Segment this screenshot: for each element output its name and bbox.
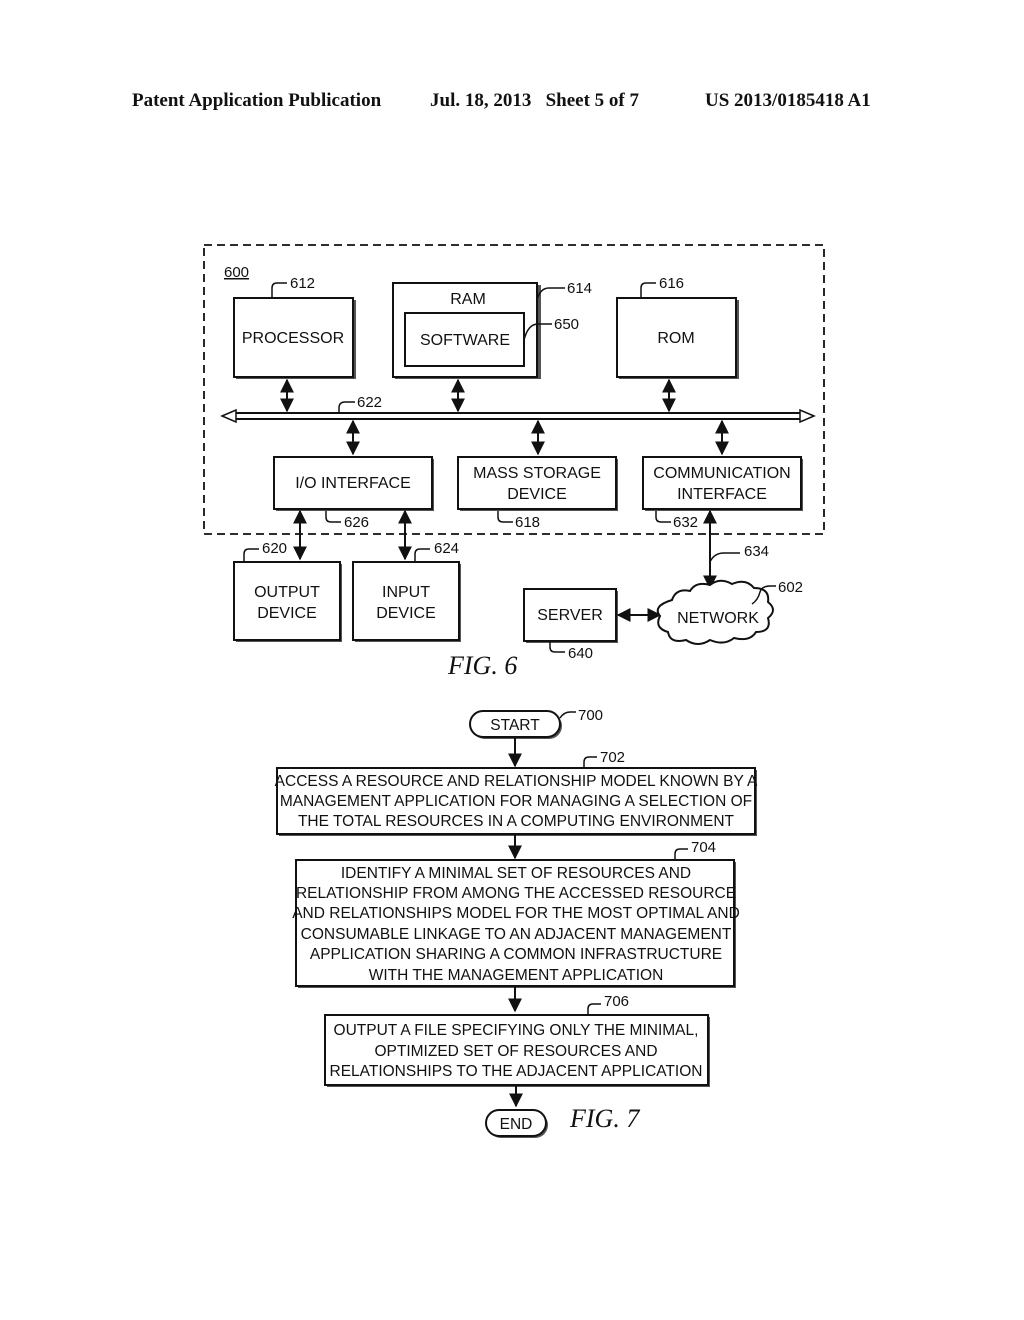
step-704-line4: CONSUMABLE LINKAGE TO AN ADJACENT MANAGE… — [301, 926, 732, 943]
server-label: SERVER — [537, 607, 603, 624]
output-device-ref: 620 — [262, 540, 287, 557]
processor-ref: 612 — [290, 275, 315, 292]
system-bus: 622 — [220, 394, 816, 424]
step-706-line3: RELATIONSHIPS TO THE ADJACENT APPLICATIO… — [330, 1063, 703, 1080]
step-702-line2: MANAGEMENT APPLICATION FOR MANAGING A SE… — [280, 793, 752, 810]
input-device-label-line2: DEVICE — [376, 605, 436, 622]
comm-interface-label-line1: COMMUNICATION — [653, 465, 790, 482]
output-device-label-line2: DEVICE — [257, 605, 317, 622]
rom-ref: 616 — [659, 275, 684, 292]
input-device-block: INPUT DEVICE 624 — [352, 540, 461, 642]
step-706-line1: OUTPUT A FILE SPECIFYING ONLY THE MINIMA… — [334, 1022, 699, 1039]
step-702-line3: THE TOTAL RESOURCES IN A COMPUTING ENVIR… — [298, 813, 735, 830]
fig7-caption: FIG. 7 — [569, 1104, 640, 1133]
ram-block: RAM 614 SOFTWARE 650 — [392, 280, 592, 379]
step-704-ref: 704 — [691, 839, 716, 856]
step-706: OUTPUT A FILE SPECIFYING ONLY THE MINIMA… — [324, 993, 710, 1087]
step-704-line5: APPLICATION SHARING A COMMON INFRASTRUCT… — [310, 946, 722, 963]
io-interface-label: I/O INTERFACE — [295, 475, 411, 492]
system-ref: 600 — [224, 264, 249, 281]
step-702: ACCESS A RESOURCE AND RELATIONSHIP MODEL… — [275, 749, 758, 836]
network-cloud: NETWORK 602 — [656, 579, 803, 645]
io-interface-ref: 626 — [344, 514, 369, 531]
start-ref: 700 — [578, 707, 603, 724]
server-block: SERVER 640 — [523, 588, 618, 662]
step-704-line2: RELATIONSHIP FROM AMONG THE ACCESSED RES… — [296, 885, 736, 902]
mass-storage-block: MASS STORAGE DEVICE 618 — [457, 456, 618, 531]
io-interface-block: I/O INTERFACE 626 — [273, 456, 434, 531]
link-ref: 634 — [744, 543, 769, 560]
step-704-line1: IDENTIFY A MINIMAL SET OF RESOURCES AND — [341, 865, 691, 882]
comm-interface-block: COMMUNICATION INTERFACE 632 — [642, 456, 803, 531]
software-label: SOFTWARE — [420, 332, 510, 349]
network-label: NETWORK — [677, 610, 759, 627]
input-device-label-line1: INPUT — [382, 584, 430, 601]
processor-block: PROCESSOR 612 — [233, 275, 356, 379]
fig6-diagram: 600 PROCESSOR 612 RAM 614 SOFTWARE 650 R… — [203, 244, 825, 680]
processor-label: PROCESSOR — [242, 330, 344, 347]
fig6-caption: FIG. 6 — [447, 651, 517, 680]
comm-interface-label-line2: INTERFACE — [677, 486, 767, 503]
rom-label: ROM — [657, 330, 694, 347]
patent-figures: 600 PROCESSOR 612 RAM 614 SOFTWARE 650 R… — [203, 244, 825, 1138]
input-device-ref: 624 — [434, 540, 459, 557]
mass-storage-ref: 618 — [515, 514, 540, 531]
server-ref: 640 — [568, 645, 593, 662]
end-label: END — [500, 1116, 533, 1133]
ram-label: RAM — [450, 291, 486, 308]
output-device-block: OUTPUT DEVICE 620 — [233, 540, 342, 642]
step-706-line2: OPTIMIZED SET OF RESOURCES AND — [374, 1043, 657, 1060]
comm-interface-ref: 632 — [673, 514, 698, 531]
step-706-ref: 706 — [604, 993, 629, 1010]
software-ref: 650 — [554, 316, 579, 333]
network-ref: 602 — [778, 579, 803, 596]
step-704-line3: AND RELATIONSHIPS MODEL FOR THE MOST OPT… — [292, 905, 740, 922]
step-702-line1: ACCESS A RESOURCE AND RELATIONSHIP MODEL… — [275, 773, 758, 790]
mass-storage-label-line1: MASS STORAGE — [473, 465, 601, 482]
step-704-line6: WITH THE MANAGEMENT APPLICATION — [369, 967, 664, 984]
start-terminal: START 700 — [469, 707, 603, 739]
fig7-flowchart: START 700 ACCESS A RESOURCE AND RELATION… — [275, 707, 758, 1138]
output-device-label-line1: OUTPUT — [254, 584, 320, 601]
rom-block: ROM 616 — [616, 275, 739, 379]
step-704: IDENTIFY A MINIMAL SET OF RESOURCES AND … — [292, 839, 740, 988]
ram-ref: 614 — [567, 280, 592, 297]
end-terminal: END — [485, 1109, 548, 1138]
software-block: SOFTWARE 650 — [404, 312, 579, 367]
start-label: START — [490, 717, 540, 734]
mass-storage-label-line2: DEVICE — [507, 486, 567, 503]
step-702-ref: 702 — [600, 749, 625, 766]
bus-ref: 622 — [357, 394, 382, 411]
